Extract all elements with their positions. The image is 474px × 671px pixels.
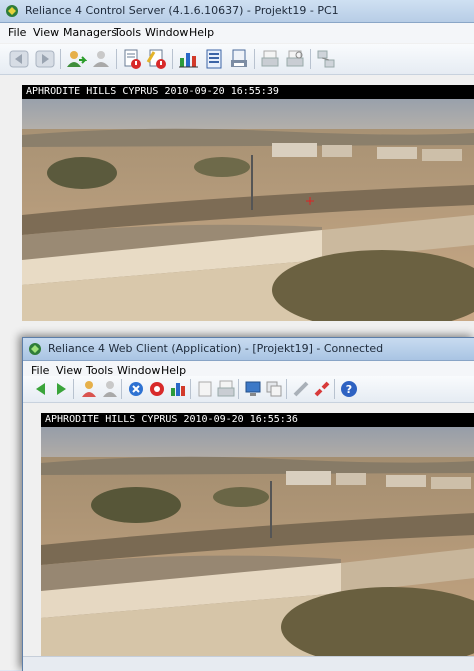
chart-icon[interactable] (177, 48, 199, 70)
back-icon[interactable] (8, 48, 30, 70)
web-client-app-icon (28, 342, 42, 356)
camera-caption: APHRODITE HILLS CYPRUS 2010-09-20 16:55:… (22, 85, 474, 99)
camera-image (41, 413, 474, 657)
forward-icon[interactable] (50, 378, 72, 400)
print-icon[interactable] (215, 378, 237, 400)
print-icon[interactable] (259, 48, 281, 70)
user-login-icon[interactable] (65, 48, 87, 70)
blank-icon[interactable] (194, 378, 216, 400)
camera-image (22, 85, 474, 321)
menu-help[interactable]: Help (189, 26, 214, 39)
menu-window[interactable]: Window (145, 26, 188, 39)
network-icon[interactable] (315, 48, 337, 70)
window-title: Reliance 4 Control Server (4.1.6.10637) … (25, 4, 339, 17)
user-logout-icon[interactable] (90, 48, 112, 70)
help-icon[interactable]: ? (338, 378, 360, 400)
camera-view: APHRODITE HILLS CYPRUS 2010-09-20 16:55:… (41, 413, 474, 657)
window-title: Reliance 4 Web Client (Application) - [P… (48, 342, 384, 355)
web-client-toolbar: ? (23, 376, 474, 403)
forward-icon[interactable] (34, 48, 56, 70)
web-client-titlebar[interactable]: Reliance 4 Web Client (Application) - [P… (23, 338, 474, 361)
alarm-stop-icon[interactable] (125, 378, 147, 400)
control-server-menubar: File View Managers Tools Window Help (0, 23, 474, 43)
print-report-icon[interactable] (228, 48, 250, 70)
computer-icon[interactable] (242, 378, 264, 400)
user-login-icon[interactable] (78, 378, 100, 400)
camera-view: APHRODITE HILLS CYPRUS 2010-09-20 16:55:… (22, 85, 474, 321)
menu-view[interactable]: View (33, 26, 59, 39)
print-preview-icon[interactable] (284, 48, 306, 70)
copy-icon[interactable] (263, 378, 285, 400)
alarm-ack-icon[interactable] (146, 48, 168, 70)
camera-caption: APHRODITE HILLS CYPRUS 2010-09-20 16:55:… (41, 413, 474, 427)
report-icon[interactable] (203, 48, 225, 70)
svg-text:?: ? (346, 383, 352, 396)
menu-file[interactable]: File (8, 26, 26, 39)
menu-tools[interactable]: Tools (114, 26, 141, 39)
reliance-app-icon (5, 4, 19, 18)
alarm-list-icon[interactable] (146, 378, 168, 400)
user-logout-icon[interactable] (99, 378, 121, 400)
connect-icon[interactable] (290, 378, 312, 400)
control-server-toolbar (0, 44, 474, 75)
web-client-window: Reliance 4 Web Client (Application) - [P… (22, 337, 474, 671)
control-server-titlebar[interactable]: Reliance 4 Control Server (4.1.6.10637) … (0, 0, 474, 23)
status-bar (23, 656, 474, 671)
menu-managers[interactable]: Managers (63, 26, 117, 39)
disconnect-icon[interactable] (311, 378, 333, 400)
chart-icon[interactable] (167, 378, 189, 400)
alarm-book-icon[interactable] (121, 48, 143, 70)
back-icon[interactable] (30, 378, 52, 400)
